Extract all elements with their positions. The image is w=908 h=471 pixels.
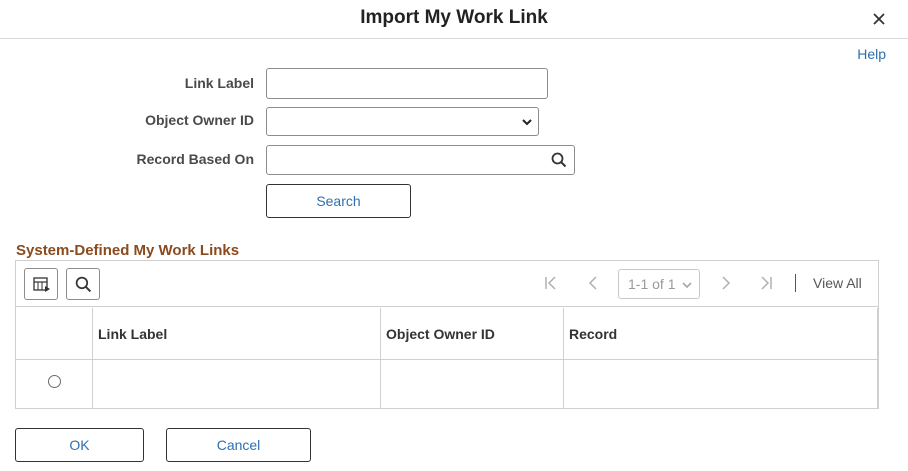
ok-button[interactable]: OK <box>15 428 144 462</box>
last-page-icon[interactable] <box>759 275 773 291</box>
column-header-object-owner-id[interactable]: Object Owner ID <box>386 326 495 342</box>
record-based-on-input[interactable] <box>268 147 538 173</box>
column-divider <box>380 308 381 409</box>
link-label-input[interactable] <box>266 68 548 99</box>
object-owner-id-label: Object Owner ID <box>145 112 254 128</box>
personalize-grid-button[interactable] <box>24 268 58 300</box>
page-range-value: 1-1 of 1 <box>628 276 676 292</box>
help-link[interactable]: Help <box>857 46 886 62</box>
previous-page-icon[interactable] <box>587 275 599 291</box>
dialog-titlebar: Import My Work Link <box>0 0 908 39</box>
chevron-down-icon <box>682 282 692 289</box>
search-icon <box>551 152 567 168</box>
pager-divider <box>795 274 796 292</box>
first-page-icon[interactable] <box>544 275 558 291</box>
link-label-label: Link Label <box>184 75 254 91</box>
grid-toolbar: 1-1 of 1 View All <box>16 261 878 307</box>
record-lookup-button[interactable] <box>551 152 567 173</box>
object-owner-id-select[interactable] <box>266 107 539 136</box>
my-work-links-grid: 1-1 of 1 View All Link Label Object Owne… <box>15 260 879 409</box>
close-button[interactable] <box>868 8 890 30</box>
search-button[interactable]: Search <box>266 184 411 218</box>
close-icon <box>873 13 885 25</box>
column-divider <box>563 308 564 409</box>
column-divider <box>877 308 878 409</box>
record-based-on-label: Record Based On <box>136 151 254 167</box>
grid-personalize-icon <box>33 277 50 292</box>
page-range-select[interactable]: 1-1 of 1 <box>618 269 700 299</box>
column-header-record[interactable]: Record <box>569 326 617 342</box>
search-icon <box>75 276 92 293</box>
row-select-radio[interactable] <box>48 375 61 388</box>
column-divider <box>92 308 93 409</box>
view-all-link[interactable]: View All <box>813 275 862 291</box>
cancel-button[interactable]: Cancel <box>166 428 311 462</box>
next-page-icon[interactable] <box>720 275 732 291</box>
chevron-down-icon <box>522 119 532 126</box>
column-header-link-label[interactable]: Link Label <box>98 326 167 342</box>
dialog-title: Import My Work Link <box>360 7 548 28</box>
find-in-grid-button[interactable] <box>66 268 100 300</box>
section-title: System-Defined My Work Links <box>16 242 240 259</box>
record-based-on-field <box>266 145 575 175</box>
